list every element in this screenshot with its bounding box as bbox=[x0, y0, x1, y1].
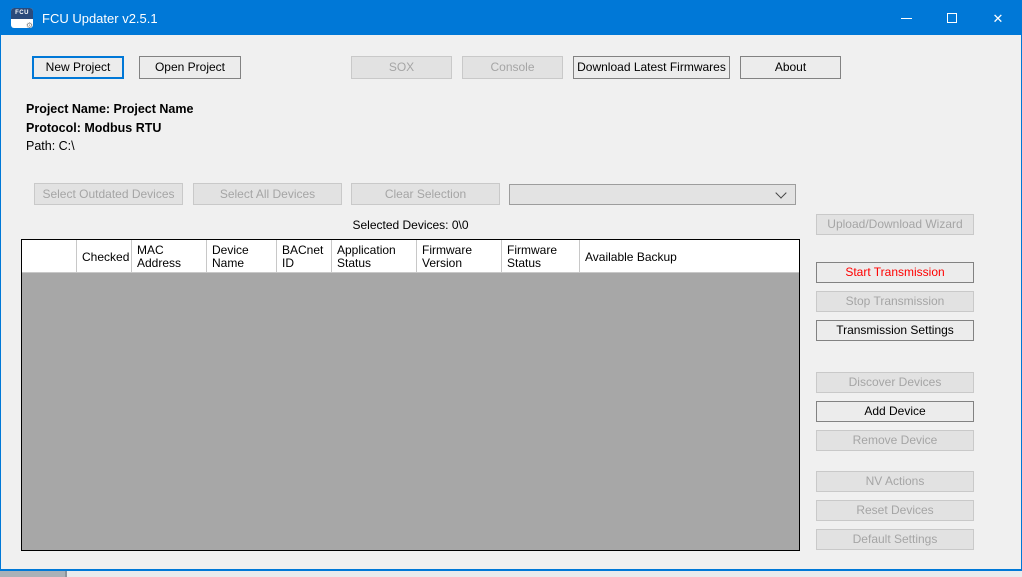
add-device-button[interactable]: Add Device bbox=[816, 401, 974, 422]
transmission-settings-button[interactable]: Transmission Settings bbox=[816, 320, 974, 341]
select-all-devices-button: Select All Devices bbox=[193, 183, 342, 205]
app-icon-label: FCU bbox=[11, 8, 33, 19]
window-title: FCU Updater v2.5.1 bbox=[42, 11, 158, 26]
column-header-firmware-version[interactable]: Firmware Version bbox=[417, 240, 502, 272]
minimize-button[interactable] bbox=[883, 1, 929, 35]
column-header-checked[interactable]: Checked bbox=[77, 240, 132, 272]
app-icon: FCU ⚙ bbox=[11, 8, 33, 28]
project-name-label: Project Name: Project Name bbox=[26, 102, 193, 116]
download-latest-firmwares-button[interactable]: Download Latest Firmwares bbox=[573, 56, 730, 79]
column-header-device-name[interactable]: Device Name bbox=[207, 240, 277, 272]
column-header-bacnet-id[interactable]: BACnet ID bbox=[277, 240, 332, 272]
background-window-tab bbox=[0, 571, 65, 577]
close-button[interactable]: ✕ bbox=[975, 1, 1021, 35]
default-settings-button: Default Settings bbox=[816, 529, 974, 550]
device-table-body bbox=[22, 273, 799, 550]
gear-icon: ⚙ bbox=[26, 22, 33, 28]
sox-button: SOX bbox=[351, 56, 452, 79]
column-header-available-backup[interactable]: Available Backup bbox=[580, 240, 799, 272]
maximize-button[interactable] bbox=[929, 1, 975, 35]
minimize-icon bbox=[901, 18, 912, 19]
column-header-application-status[interactable]: Application Status bbox=[332, 240, 417, 272]
clear-selection-button: Clear Selection bbox=[351, 183, 500, 205]
discover-devices-button: Discover Devices bbox=[816, 372, 974, 393]
column-header-mac-address[interactable]: MAC Address bbox=[132, 240, 207, 272]
app-window: FCU ⚙ FCU Updater v2.5.1 ✕ New Project O… bbox=[0, 0, 1022, 571]
column-header-firmware-status[interactable]: Firmware Status bbox=[502, 240, 580, 272]
background-window-divider bbox=[65, 571, 67, 577]
remove-device-button: Remove Device bbox=[816, 430, 974, 451]
path-label: Path: C:\ bbox=[26, 139, 75, 153]
selected-devices-count: Selected Devices: 0\0 bbox=[21, 218, 800, 232]
device-table-header: Checked MAC Address Device Name BACnet I… bbox=[22, 240, 799, 273]
maximize-icon bbox=[947, 13, 957, 23]
nv-actions-button: NV Actions bbox=[816, 471, 974, 492]
upload-download-wizard-button: Upload/Download Wizard bbox=[816, 214, 974, 235]
device-table[interactable]: Checked MAC Address Device Name BACnet I… bbox=[21, 239, 800, 551]
window-controls: ✕ bbox=[883, 1, 1021, 35]
close-icon: ✕ bbox=[993, 12, 1004, 25]
about-button[interactable]: About bbox=[740, 56, 841, 79]
background-window-edge bbox=[0, 571, 1022, 577]
title-bar: FCU ⚙ FCU Updater v2.5.1 ✕ bbox=[1, 1, 1021, 35]
protocol-label: Protocol: Modbus RTU bbox=[26, 121, 161, 135]
open-project-button[interactable]: Open Project bbox=[139, 56, 241, 79]
device-type-dropdown[interactable] bbox=[509, 184, 796, 205]
start-transmission-button[interactable]: Start Transmission bbox=[816, 262, 974, 283]
new-project-button[interactable]: New Project bbox=[32, 56, 124, 79]
reset-devices-button: Reset Devices bbox=[816, 500, 974, 521]
stop-transmission-button: Stop Transmission bbox=[816, 291, 974, 312]
select-outdated-devices-button: Select Outdated Devices bbox=[34, 183, 183, 205]
console-button: Console bbox=[462, 56, 563, 79]
chevron-down-icon bbox=[775, 187, 786, 198]
column-header-rowselector[interactable] bbox=[22, 240, 77, 272]
